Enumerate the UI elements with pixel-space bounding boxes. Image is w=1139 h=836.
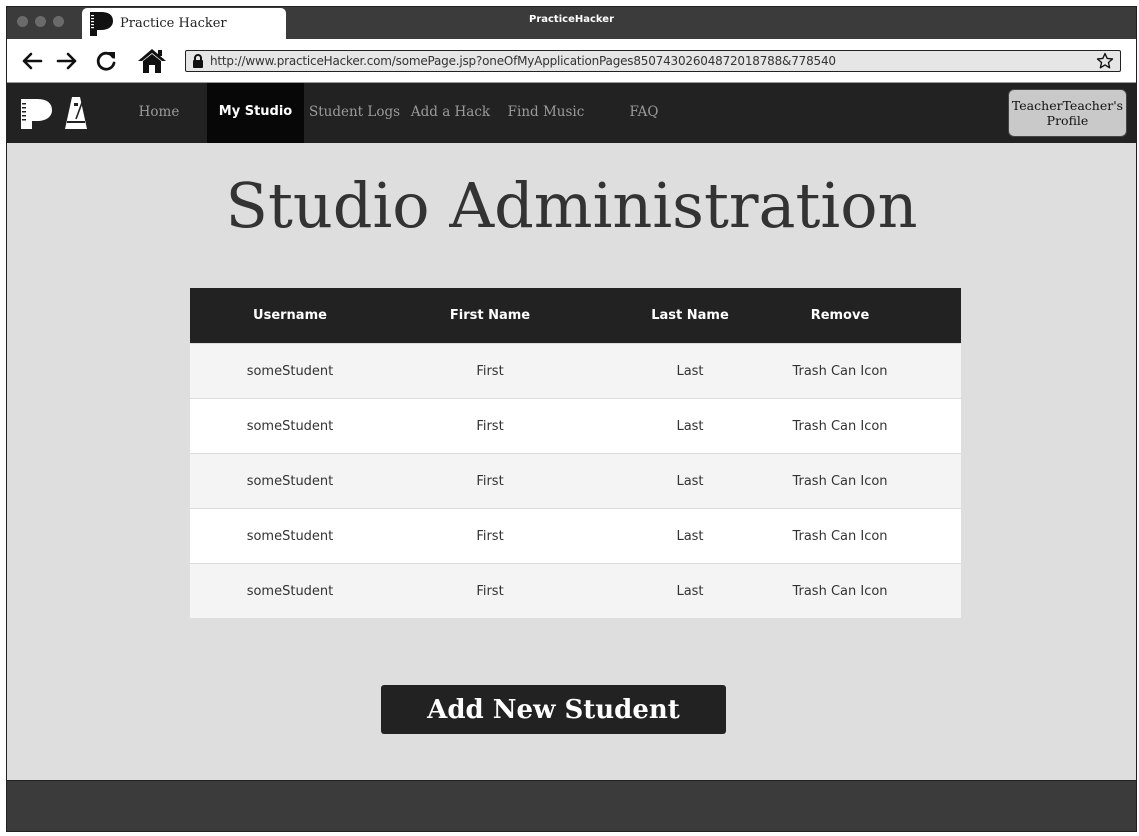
cell-first-name: First (476, 363, 504, 379)
nav-find-music[interactable]: Find Music (506, 83, 586, 143)
table-header: Username First Name Last Name Remove (190, 288, 961, 343)
cell-first-name: First (476, 528, 504, 544)
nav-home[interactable]: Home (127, 83, 191, 143)
site-navbar: Home My Studio Student Logs Add a Hack F… (7, 83, 1136, 143)
tab-title: Practice Hacker (120, 16, 227, 31)
address-bar: http://www.practiceHacker.com/somePage.j… (7, 39, 1136, 83)
students-table: Username First Name Last Name Remove som… (190, 288, 961, 618)
url-text: http://www.practiceHacker.com/somePage.j… (210, 54, 836, 68)
table-row: someStudent First Last Trash Can Icon (190, 453, 961, 508)
cell-username: someStudent (246, 418, 334, 434)
remove-student-button[interactable]: Trash Can Icon (760, 399, 920, 453)
cell-first-name: First (476, 583, 504, 599)
header-username: Username (253, 308, 327, 323)
remove-student-button[interactable]: Trash Can Icon (760, 564, 920, 618)
nav-faq[interactable]: FAQ (619, 83, 669, 143)
table-row: someStudent First Last Trash Can Icon (190, 563, 961, 618)
url-field[interactable]: http://www.practiceHacker.com/somePage.j… (185, 50, 1121, 72)
footer (7, 780, 1136, 831)
profile-button[interactable]: TeacherTeacher's Profile (1008, 89, 1127, 137)
reload-icon[interactable] (93, 48, 119, 74)
cell-first-name: First (476, 418, 504, 434)
browser-window: PracticeHacker Practice Hacker http://ww… (6, 6, 1137, 832)
metronome-icon (65, 97, 87, 129)
forward-arrow-icon[interactable] (54, 48, 80, 74)
browser-tab[interactable]: Practice Hacker (82, 8, 286, 39)
nav-add-a-hack[interactable]: Add a Hack (410, 83, 491, 143)
cell-username: someStudent (246, 363, 334, 379)
home-icon[interactable] (135, 48, 169, 74)
cell-username: someStudent (246, 473, 334, 489)
remove-student-button[interactable]: Trash Can Icon (760, 344, 920, 398)
cell-first-name: First (476, 473, 504, 489)
cell-username: someStudent (246, 583, 334, 599)
cell-username: someStudent (246, 528, 334, 544)
title-bar: PracticeHacker Practice Hacker (7, 7, 1136, 39)
remove-student-button[interactable]: Trash Can Icon (760, 454, 920, 508)
practice-hacker-logo-icon (90, 11, 113, 36)
add-new-student-button[interactable]: Add New Student (381, 685, 726, 734)
header-first-name: First Name (449, 308, 531, 323)
remove-student-button[interactable]: Trash Can Icon (760, 509, 920, 563)
site-logo-icon[interactable] (19, 97, 53, 131)
nav-my-studio[interactable]: My Studio (207, 83, 304, 143)
table-row: someStudent First Last Trash Can Icon (190, 343, 961, 398)
table-row: someStudent First Last Trash Can Icon (190, 508, 961, 563)
header-remove: Remove (810, 308, 870, 323)
nav-student-logs[interactable]: Student Logs (308, 83, 401, 143)
page-title: Studio Administration (225, 169, 918, 242)
table-row: someStudent First Last Trash Can Icon (190, 398, 961, 453)
lock-icon (193, 54, 203, 68)
back-arrow-icon[interactable] (19, 48, 45, 74)
bookmark-star-icon[interactable] (1096, 52, 1114, 70)
